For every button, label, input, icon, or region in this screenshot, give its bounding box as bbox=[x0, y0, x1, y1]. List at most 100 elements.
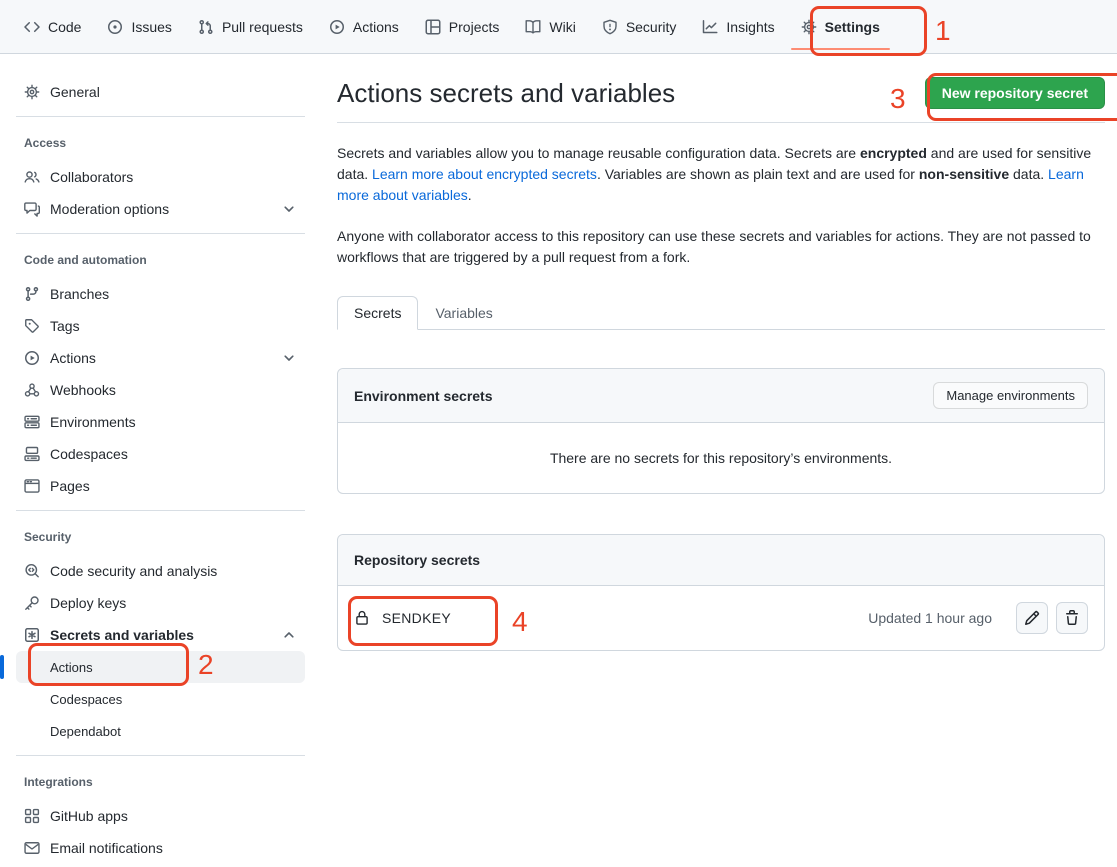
nav-tab-label: Pull requests bbox=[222, 19, 303, 35]
sidebar-item-collaborators[interactable]: Collaborators bbox=[16, 161, 305, 193]
lock-icon bbox=[354, 610, 370, 626]
nav-tab-actions[interactable]: Actions bbox=[329, 12, 399, 42]
sidebar-item-webhooks[interactable]: Webhooks bbox=[16, 374, 305, 406]
apps-icon bbox=[24, 808, 40, 824]
issue-icon bbox=[107, 19, 123, 35]
subhead: Actions secrets and variables New reposi… bbox=[337, 76, 1105, 123]
sidebar-item-label: GitHub apps bbox=[50, 808, 128, 824]
webhook-icon bbox=[24, 382, 40, 398]
sidebar-item-email-notifications[interactable]: Email notifications bbox=[16, 832, 305, 864]
sidebar-item-label: Collaborators bbox=[50, 169, 133, 185]
sidebar-item-tags[interactable]: Tags bbox=[16, 310, 305, 342]
sidebar-item-actions[interactable]: Actions bbox=[16, 651, 305, 683]
settings-content: Actions secrets and variables New reposi… bbox=[337, 54, 1105, 651]
environment-secrets-header: Environment secrets Manage environments bbox=[338, 369, 1104, 423]
sidebar-item-actions[interactable]: Actions bbox=[16, 342, 305, 374]
sidebar-item-label: Secrets and variables bbox=[50, 627, 194, 643]
sidebar-item-codespaces[interactable]: Codespaces bbox=[16, 683, 305, 715]
sidebar-item-deploy-keys[interactable]: Deploy keys bbox=[16, 587, 305, 619]
play-icon bbox=[24, 350, 40, 366]
nav-tab-issues[interactable]: Issues bbox=[107, 12, 171, 42]
sidebar-section-label-integrations: Integrations bbox=[16, 772, 305, 792]
text-segment: . bbox=[468, 187, 472, 203]
nav-tab-pull-requests[interactable]: Pull requests bbox=[198, 12, 303, 42]
shield-icon bbox=[602, 19, 618, 35]
sidebar-item-branches[interactable]: Branches bbox=[16, 278, 305, 310]
tab-variables[interactable]: Variables bbox=[418, 296, 509, 330]
sidebar-item-label: Actions bbox=[50, 350, 96, 366]
gear-icon bbox=[24, 84, 40, 100]
nav-tab-security[interactable]: Security bbox=[602, 12, 677, 42]
nav-tab-label: Insights bbox=[726, 19, 774, 35]
nav-tab-label: Wiki bbox=[549, 19, 575, 35]
delete-secret-button[interactable] bbox=[1056, 602, 1088, 634]
github-settings-page: Code Issues Pull requests Actions Projects Wi… bbox=[0, 0, 1117, 867]
manage-environments-button[interactable]: Manage environments bbox=[933, 382, 1088, 409]
branch-icon bbox=[24, 286, 40, 302]
sidebar-item-pages[interactable]: Pages bbox=[16, 470, 305, 502]
people-icon bbox=[24, 169, 40, 185]
graph-icon bbox=[702, 19, 718, 35]
bold-text: encrypted bbox=[860, 145, 927, 161]
sidebar-item-label: Environments bbox=[50, 414, 136, 430]
secret-row: SENDKEY Updated 1 hour ago bbox=[338, 586, 1104, 650]
sidebar-item-code-security-and-analysis[interactable]: Code security and analysis bbox=[16, 555, 305, 587]
sidebar-section: General bbox=[16, 76, 305, 108]
sidebar-item-moderation-options[interactable]: Moderation options bbox=[16, 193, 305, 225]
nav-tab-wiki[interactable]: Wiki bbox=[525, 12, 575, 42]
environment-secrets-title: Environment secrets bbox=[354, 388, 493, 404]
sidebar-item-label: Dependabot bbox=[50, 724, 121, 739]
sidebar-item-dependabot[interactable]: Dependabot bbox=[16, 715, 305, 747]
sidebar-item-label: Codespaces bbox=[50, 692, 122, 707]
intro-paragraph-2: Anyone with collaborator access to this … bbox=[337, 226, 1105, 268]
sidebar-section-label-code-and-automation: Code and automation bbox=[16, 250, 305, 270]
sidebar-item-codespaces[interactable]: Codespaces bbox=[16, 438, 305, 470]
sidebar-section-label-access: Access bbox=[16, 133, 305, 153]
sidebar-item-label: Pages bbox=[50, 478, 90, 494]
nav-tab-insights[interactable]: Insights bbox=[702, 12, 774, 42]
nav-tab-label: Code bbox=[48, 19, 81, 35]
sidebar-item-label: General bbox=[50, 84, 100, 100]
chevron-down-icon bbox=[281, 350, 297, 366]
nav-tab-label: Projects bbox=[449, 19, 500, 35]
selected-indicator-bar bbox=[0, 655, 4, 679]
sidebar-item-label: Email notifications bbox=[50, 840, 163, 856]
pull-request-icon bbox=[198, 19, 214, 35]
new-repository-secret-button[interactable]: New repository secret bbox=[925, 77, 1105, 109]
sidebar-section: Integrations GitHub apps Email notificatio… bbox=[16, 755, 305, 864]
nav-tab-code[interactable]: Code bbox=[24, 12, 81, 42]
chevron-up-icon bbox=[281, 627, 297, 643]
edit-secret-button[interactable] bbox=[1016, 602, 1048, 634]
sidebar-section: Security Code security and analysisDeploy… bbox=[16, 510, 305, 747]
sidebar-item-label: Webhooks bbox=[50, 382, 116, 398]
nav-tab-settings[interactable]: Settings bbox=[801, 12, 880, 42]
gear-icon bbox=[801, 19, 817, 35]
sidebar-item-secrets-and-variables[interactable]: Secrets and variables bbox=[16, 619, 305, 651]
server-icon bbox=[24, 414, 40, 430]
nav-tab-projects[interactable]: Projects bbox=[425, 12, 500, 42]
text-segment: Secrets and variables allow you to manag… bbox=[337, 145, 860, 161]
tab-secrets[interactable]: Secrets bbox=[337, 296, 418, 330]
mail-icon bbox=[24, 840, 40, 856]
pencil-icon bbox=[1024, 610, 1040, 626]
tag-icon bbox=[24, 318, 40, 334]
sidebar-item-environments[interactable]: Environments bbox=[16, 406, 305, 438]
comment-icon bbox=[24, 201, 40, 217]
key-asterisk-icon bbox=[24, 627, 40, 643]
sidebar-section-label-security: Security bbox=[16, 527, 305, 547]
secret-updated-time: Updated 1 hour ago bbox=[868, 610, 992, 626]
sidebar-item-github-apps[interactable]: GitHub apps bbox=[16, 800, 305, 832]
repository-secrets-header: Repository secrets bbox=[338, 535, 1104, 586]
codespaces-icon bbox=[24, 446, 40, 462]
nav-tab-label: Security bbox=[626, 19, 677, 35]
environment-secrets-empty-text: There are no secrets for this repository… bbox=[338, 423, 1104, 493]
sidebar-section: Code and automation BranchesTags Actions We… bbox=[16, 233, 305, 502]
sidebar-section: Access Collaborators Moderation options bbox=[16, 116, 305, 225]
key-icon bbox=[24, 595, 40, 611]
sidebar-item-general[interactable]: General bbox=[16, 76, 305, 108]
learn-more-link[interactable]: Learn more about encrypted secrets bbox=[372, 166, 597, 182]
sidebar-item-label: Codespaces bbox=[50, 446, 128, 462]
repository-secrets-card: Repository secrets SENDKEY Updated 1 hou… bbox=[337, 534, 1105, 651]
sidebar-item-label: Actions bbox=[50, 660, 93, 675]
text-segment: . Variables are shown as plain text and … bbox=[597, 166, 919, 182]
